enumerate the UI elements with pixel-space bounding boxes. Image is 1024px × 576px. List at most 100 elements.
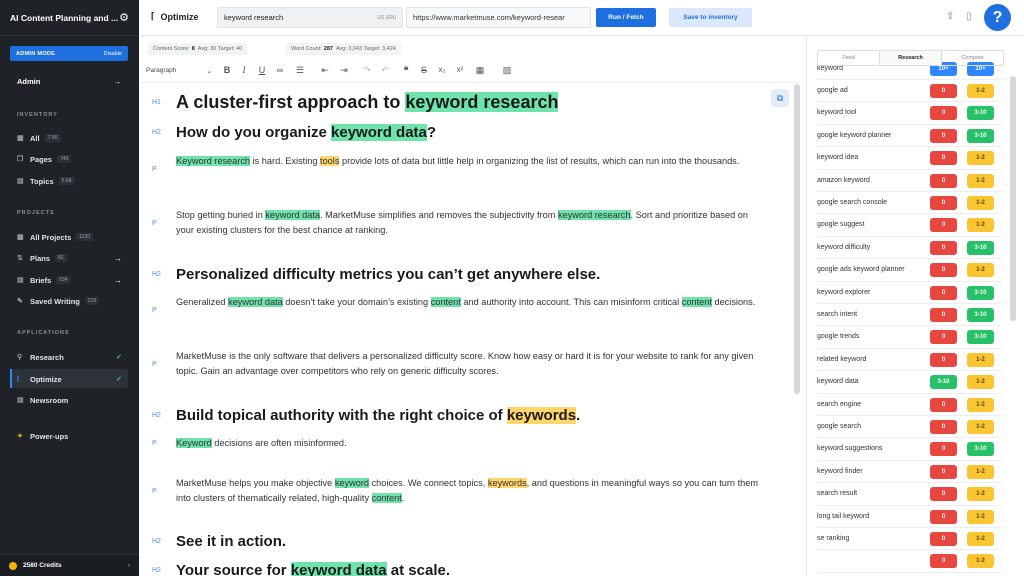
current-mentions-badge: 0 [930,330,957,345]
sidebar-item-all[interactable]: ▦ All 7.5K [17,132,122,144]
current-mentions-badge: 0 [930,464,957,479]
suggested-mentions-badge: 1-2 [967,375,994,390]
term-row[interactable]: related keyword 0 1-2 [817,349,1003,372]
highlighted-term: Keyword [176,438,212,448]
workspace-title[interactable]: AI Content Planning and ... [10,13,118,23]
chevron-down-icon: ⌄ [206,68,212,75]
term-row[interactable]: keyword data 3-10 1-2 [817,372,1003,394]
term-row[interactable]: google suggest 0 1-2 [817,215,1003,237]
url-value: https://www.marketmuse.com/keyword-resea… [413,13,565,22]
disable-admin-button[interactable]: Disable [104,51,122,57]
sidebar-item-optimize[interactable]: ⌈ Optimize ✓ [17,373,122,385]
undo-icon[interactable]: ↶ [379,65,391,76]
suggested-mentions-badge: 3-10 [967,442,994,457]
count-badge: 1120 [76,233,94,241]
editor-content[interactable]: ⧉ H1 A cluster-first approach to keyword… [139,84,794,576]
sidebar: AI Content Planning and ... ⚙ ADMIN MODE… [0,0,139,576]
copy-icon[interactable]: ⧉ [771,89,789,107]
indent-icon[interactable]: ⇥ [338,65,350,76]
share-icon[interactable]: ⇪ [946,11,954,22]
highlighted-term: keywords [506,407,577,424]
paragraph-style-select[interactable]: Paragraph ⌄ [146,67,212,75]
term-row[interactable]: search result 0 1-2 [817,484,1003,506]
run-fetch-button[interactable]: Run / Fetch [596,8,656,27]
sidebar-item-plans[interactable]: ⇅ Plans 82 → [17,252,122,264]
suggested-mentions-badge: 1-2 [967,509,994,524]
tab-feed[interactable]: Feed [818,51,880,65]
term-row[interactable]: 0 1-2 [817,551,1003,573]
admin-link[interactable]: Admin → [17,77,121,86]
paragraph: Stop getting buried in keyword data. Mar… [176,208,766,238]
sidebar-item-topics[interactable]: ▤ Topics 5.6K [17,175,122,187]
count-badge: 740 [57,155,72,163]
projects-section-label: PROJECTS [17,210,55,216]
underline-icon[interactable]: U [256,65,268,75]
count-badge: 219 [84,297,100,305]
pages-icon: ❐ [17,156,24,163]
superscript-icon[interactable]: x² [454,65,466,74]
term-row[interactable]: keyword idea 0 1-2 [817,148,1003,170]
gear-icon[interactable]: ⚙ [119,11,129,24]
sidebar-item-saved-writing[interactable]: ✎ Saved Writing 219 [17,295,122,307]
locale-selector[interactable]: US (EN) [377,15,396,21]
term-row[interactable]: keyword finder 0 1-2 [817,461,1003,484]
tab-compete[interactable]: Compete [942,51,1003,65]
sidebar-item-power-ups[interactable]: ✦ Power-ups [17,430,122,442]
term-label: google search [817,422,861,430]
suggested-mentions-badge: 1-2 [967,83,994,98]
strikethrough-icon[interactable]: S [418,65,430,75]
term-row[interactable]: search intent 0 3-10 [817,304,1003,327]
term-row[interactable]: google ads keyword planner 0 1-2 [817,260,1003,282]
suggested-mentions-badge: 3-10 [967,128,994,143]
term-row[interactable]: google keyword planner 0 3-10 [817,125,1003,148]
panel-scrollbar[interactable] [1010,76,1016,321]
save-to-inventory-button[interactable]: Save to inventory [669,8,752,27]
term-row[interactable]: search engine 0 1-2 [817,394,1003,416]
tab-research[interactable]: Research [880,51,942,65]
heading-2: Build topical authority with the right c… [176,407,580,424]
term-list[interactable]: keyword 10+ 10+ google ad 0 1-2 keyword tool 0 3… [817,58,1007,576]
image-icon[interactable]: ▨ [501,65,513,76]
current-mentions-badge: 0 [930,128,957,143]
term-row[interactable]: keyword tool 0 3-10 [817,103,1003,125]
term-row[interactable]: amazon keyword 0 1-2 [817,170,1003,192]
text: . MarketMuse simplifies and removes the … [320,210,558,220]
list-icon[interactable]: ☰ [294,65,306,76]
italic-icon[interactable]: I [238,65,250,75]
table-icon[interactable]: ▦ [474,65,486,76]
keyword-input[interactable]: keyword research US (EN) [217,7,403,28]
term-row[interactable]: google trends 0 3-10 [817,327,1003,349]
term-row[interactable]: long tail keyword 0 1-2 [817,506,1003,528]
credits-footer[interactable]: 2580 Credits › [0,554,139,576]
term-row[interactable]: keyword explorer 0 3-10 [817,282,1003,304]
highlighted-term: keyword data [290,562,387,576]
sidebar-item-newsroom[interactable]: ▤ Newsroom [17,394,122,406]
outdent-icon[interactable]: ⇤ [319,65,331,76]
redo-icon[interactable]: ↷ [361,65,373,76]
sidebar-item-pages[interactable]: ❐ Pages 740 [17,153,122,165]
term-row[interactable]: se ranking 0 1-2 [817,528,1003,551]
link-icon[interactable]: ∞ [274,65,286,75]
word-count-pill: Word Count: 287 Avg: 3,043 Target: 3,424 [286,43,401,55]
document-icon[interactable]: ▯ [966,11,972,22]
term-row[interactable]: google search 0 1-2 [817,416,1003,439]
suggested-mentions-badge: 3-10 [967,285,994,300]
term-row[interactable]: keyword suggestions 0 3-10 [817,439,1003,461]
paragraph: MarketMuse helps you make objective keyw… [176,476,766,506]
term-row[interactable]: keyword difficulty 0 3-10 [817,237,1003,260]
help-icon[interactable]: ? [984,4,1011,31]
quote-icon[interactable]: ❝ [400,65,412,76]
editor-scrollbar[interactable] [794,84,800,394]
bold-icon[interactable]: B [221,65,233,75]
term-row[interactable]: google ad 0 1-2 [817,80,1003,103]
url-input[interactable]: https://www.marketmuse.com/keyword-resea… [406,7,591,28]
sidebar-item-label: All [30,133,40,143]
sidebar-item-research[interactable]: ⚲ Research ✓ [17,351,122,363]
heading-1: A cluster-first approach to keyword rese… [176,92,559,113]
term-row[interactable]: google search console 0 1-2 [817,192,1003,215]
subscript-icon[interactable]: x₂ [436,65,448,74]
sidebar-item-briefs[interactable]: ▤ Briefs 534 → [17,274,122,286]
sidebar-item-all-projects[interactable]: ▦ All Projects 1120 [17,231,122,243]
suggested-mentions-badge: 1-2 [967,263,994,278]
text: How do you organize [176,124,332,141]
